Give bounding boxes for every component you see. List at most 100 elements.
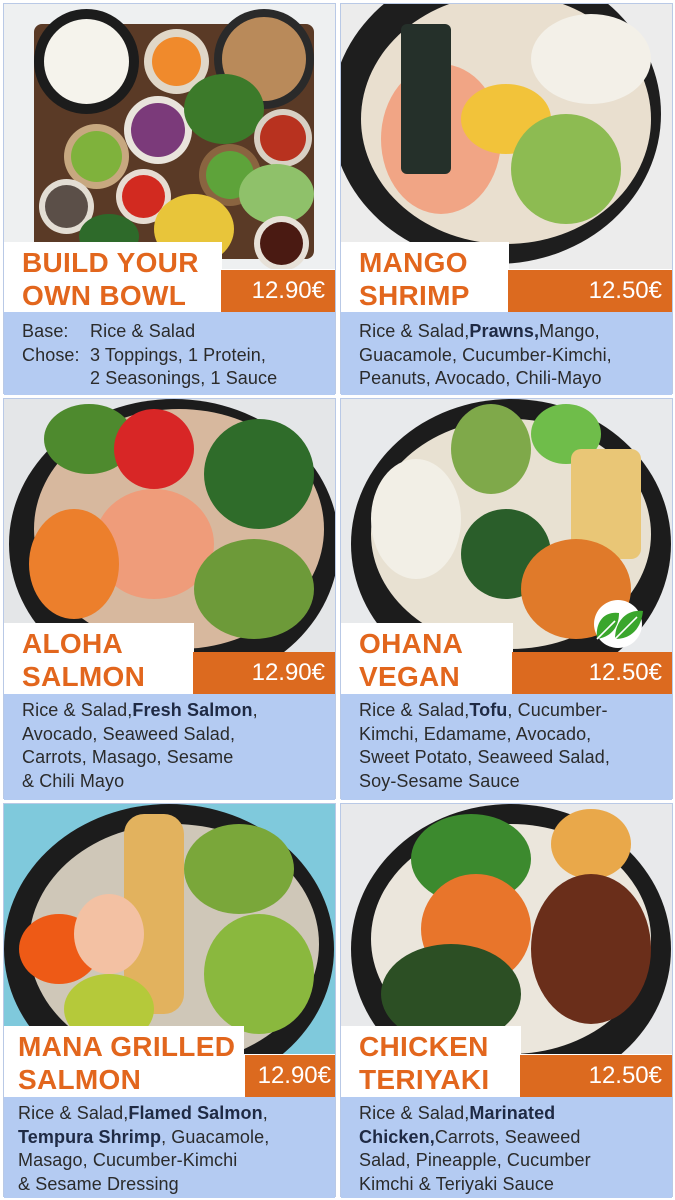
desc-line: & Sesame Dressing xyxy=(18,1173,329,1197)
desc-text: , Cucumber- xyxy=(507,700,608,720)
desc-text: Guacamole, Cucumber-Kimchi, xyxy=(359,344,612,365)
title-line: MANA GRILLED xyxy=(18,1031,236,1062)
title-line: VEGAN xyxy=(359,661,461,692)
desc-text: , xyxy=(252,700,258,720)
desc-line: Avocado, Seaweed Salad, xyxy=(22,723,329,747)
menu-card-mana-grilled-salmon[interactable]: MANA GRILLED SALMON 12.90€ Rice & Salad,… xyxy=(3,803,336,1198)
desc-text xyxy=(22,367,90,391)
desc-line: Rice & Salad, Prawns, Mango, xyxy=(359,320,666,344)
desc-line: Guacamole, Cucumber-Kimchi, xyxy=(359,344,666,368)
food-photo-shape xyxy=(74,894,144,974)
desc-line: Kimchi & Teriyaki Sauce xyxy=(359,1173,666,1197)
food-photo-shape xyxy=(152,37,201,86)
ingredient-highlight: Tempura Shrimp xyxy=(18,1126,162,1147)
desc-text: Rice & Salad xyxy=(90,321,196,341)
title-line: CHICKEN xyxy=(359,1031,489,1062)
desc-line: Salad, Pineapple, Cucumber xyxy=(359,1149,666,1173)
food-photo-shape xyxy=(451,404,531,494)
desc-text: Kimchi & Teriyaki Sauce xyxy=(359,1173,555,1194)
desc-text: Chose: xyxy=(22,344,80,365)
title-line: BUILD YOUR xyxy=(22,247,199,278)
title-line: SALMON xyxy=(18,1064,142,1095)
menu-card-ohana-vegan[interactable]: OHANA VEGAN 12.50€ Rice & Salad, Tofu, C… xyxy=(340,398,673,800)
desc-line: & Chili Mayo xyxy=(22,770,329,794)
desc-line: Tempura Shrimp, Guacamole, xyxy=(18,1126,329,1150)
ingredient-highlight: Flamed Salmon xyxy=(128,1103,263,1123)
desc-line: Rice & Salad, Flamed Salmon, xyxy=(18,1102,329,1126)
desc-line: Masago, Cucumber-Kimchi xyxy=(18,1149,329,1173)
food-photo xyxy=(4,4,335,269)
desc-text: Carrots, Masago, Sesame xyxy=(22,747,234,767)
dish-title: MANGO SHRIMP xyxy=(341,242,509,312)
price-badge: 12.50€ xyxy=(508,270,672,312)
dish-description: Rice & Salad, Flamed Salmon, Tempura Shr… xyxy=(4,1097,335,1198)
desc-line: Soy-Sesame Sauce xyxy=(359,770,666,794)
title-line: MANGO xyxy=(359,247,468,278)
desc-text: Salad, Pineapple, Cucumber xyxy=(359,1150,591,1170)
desc-text: Rice & Salad, xyxy=(359,1103,470,1123)
desc-text: Peanuts, Avocado, Chili-Mayo xyxy=(359,368,602,388)
dish-description: Rice & Salad, Tofu, Cucumber- Kimchi, Ed… xyxy=(341,694,672,800)
desc-text: Masago, Cucumber-Kimchi xyxy=(18,1150,238,1170)
dish-description: Rice & Salad, Prawns, Mango, Guacamole, … xyxy=(341,312,672,395)
title-line: SHRIMP xyxy=(359,280,470,311)
desc-line: Base: Rice & Salad xyxy=(22,320,329,344)
desc-text: Soy-Sesame Sauce xyxy=(359,770,520,791)
food-photo-shape xyxy=(260,222,303,265)
desc-line: Carrots, Masago, Sesame xyxy=(22,746,329,770)
food-photo-shape xyxy=(371,459,461,579)
food-photo-shape xyxy=(401,24,451,174)
price-badge: 12.50€ xyxy=(512,652,672,694)
food-photo-shape xyxy=(29,509,119,619)
menu-card-aloha-salmon[interactable]: ALOHA SALMON 12.90€ Rice & Salad, Fresh … xyxy=(3,398,336,800)
title-line: TERIYAKI xyxy=(359,1064,490,1095)
food-photo xyxy=(4,399,335,661)
menu-card-build-your-own-bowl[interactable]: BUILD YOUR OWN BOWL 12.90€ Base: Rice & S… xyxy=(3,3,336,395)
food-photo-shape xyxy=(511,114,621,224)
desc-text: Carrots, Seaweed xyxy=(434,1126,581,1147)
food-photo-shape xyxy=(194,539,314,639)
dish-title: MANA GRILLED SALMON xyxy=(4,1026,244,1096)
desc-line: Rice & Salad, Marinated xyxy=(359,1102,666,1126)
desc-text: Rice & Salad, xyxy=(18,1103,129,1123)
title-line: OWN BOWL xyxy=(22,280,187,311)
dish-title: BUILD YOUR OWN BOWL xyxy=(4,242,222,312)
food-photo-shape xyxy=(531,14,651,104)
dish-description: Rice & Salad, Marinated Chicken, Carrots… xyxy=(341,1097,672,1198)
desc-line: Peanuts, Avocado, Chili-Mayo xyxy=(359,367,666,391)
desc-line: Chicken, Carrots, Seaweed xyxy=(359,1126,666,1150)
food-photo xyxy=(341,804,672,1054)
food-photo-shape xyxy=(44,19,129,104)
desc-text: 2 Seasonings, 1 Sauce xyxy=(90,368,278,388)
desc-text: Base: xyxy=(22,321,69,341)
food-photo xyxy=(341,4,672,269)
food-photo-shape xyxy=(184,824,294,914)
title-line: SALMON xyxy=(22,661,146,692)
food-photo-shape xyxy=(114,409,194,489)
food-photo-shape xyxy=(204,419,314,529)
desc-text: 3 Toppings, 1 Protein, xyxy=(90,344,266,365)
desc-line: Rice & Salad, Tofu, Cucumber- xyxy=(359,699,666,723)
desc-text: Rice & Salad, xyxy=(22,700,133,720)
desc-text: , xyxy=(262,1103,268,1123)
desc-text: Rice & Salad, xyxy=(359,700,470,720)
desc-text: & Sesame Dressing xyxy=(18,1173,179,1194)
food-photo xyxy=(4,804,335,1054)
desc-text: Kimchi, Edamame, Avocado, xyxy=(359,723,592,744)
menu-card-mango-shrimp[interactable]: MANGO SHRIMP 12.50€ Rice & Salad, Prawns… xyxy=(340,3,673,395)
ingredient-highlight: Fresh Salmon xyxy=(132,700,253,720)
ingredient-highlight: Chicken, xyxy=(359,1126,435,1147)
desc-line: Sweet Potato, Seaweed Salad, xyxy=(359,746,666,770)
food-photo-shape xyxy=(45,185,88,228)
food-photo-shape xyxy=(71,131,122,182)
vegan-leaf-icon xyxy=(594,600,643,648)
desc-line: 2 Seasonings, 1 Sauce xyxy=(22,367,329,391)
ingredient-highlight: Marinated xyxy=(469,1103,556,1123)
ingredient-highlight: Tofu xyxy=(469,700,508,720)
price-badge: 12.90€ xyxy=(245,1055,335,1097)
desc-text: Rice & Salad, xyxy=(359,321,470,341)
food-photo-shape xyxy=(551,809,631,879)
title-line: ALOHA xyxy=(22,628,124,659)
desc-text: Sweet Potato, Seaweed Salad, xyxy=(359,747,610,767)
menu-card-chicken-teriyaki[interactable]: CHICKEN TERIYAKI 12.50€ Rice & Salad, Ma… xyxy=(340,803,673,1198)
